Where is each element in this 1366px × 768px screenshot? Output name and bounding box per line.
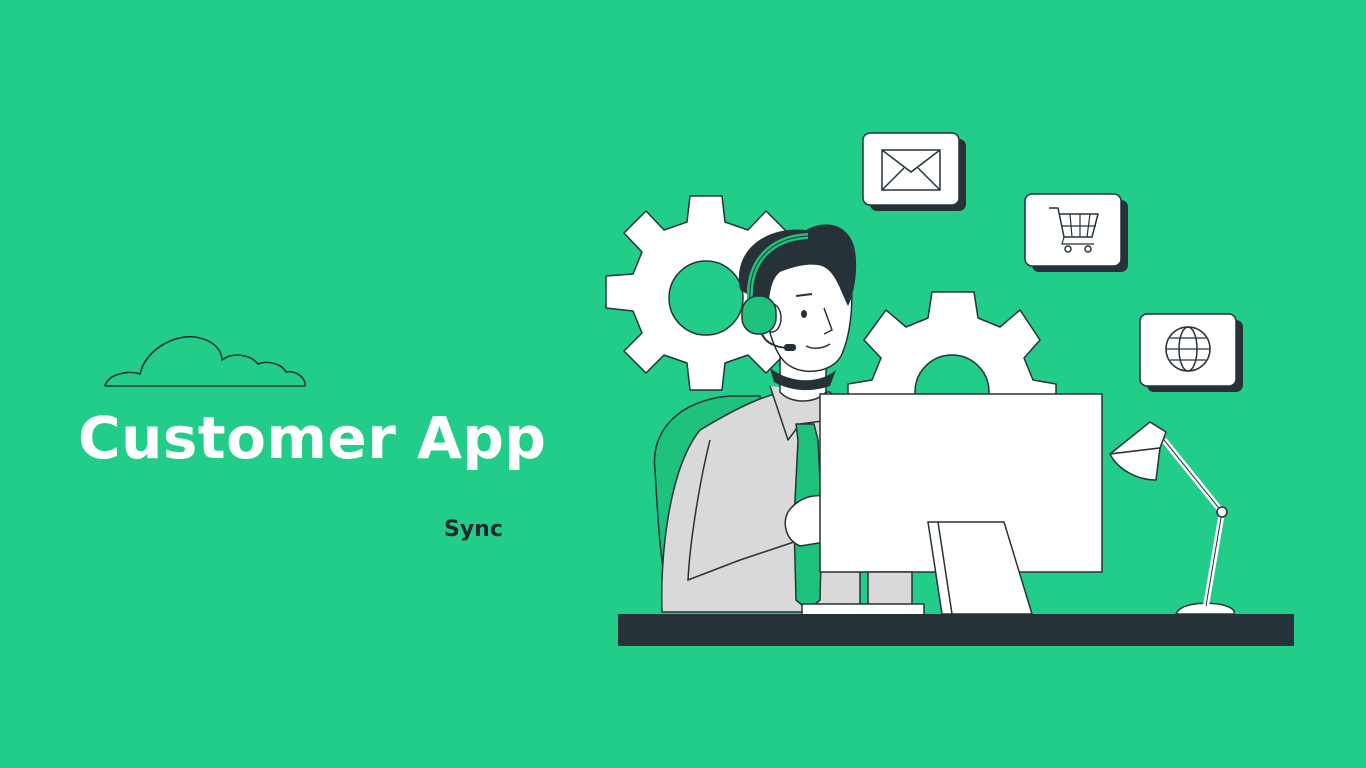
hero-banner: Customer App Sync bbox=[0, 0, 1366, 768]
desk-lamp-icon bbox=[1109, 421, 1236, 615]
page-title: Customer App bbox=[78, 404, 547, 472]
page-subtitle: Sync bbox=[444, 517, 503, 542]
cloud-icon bbox=[104, 336, 306, 387]
mail-icon bbox=[862, 132, 966, 211]
support-agent-illustration bbox=[605, 132, 1294, 646]
globe-icon bbox=[1139, 313, 1243, 392]
shopping-cart-icon bbox=[1024, 193, 1128, 272]
desk bbox=[618, 614, 1294, 646]
